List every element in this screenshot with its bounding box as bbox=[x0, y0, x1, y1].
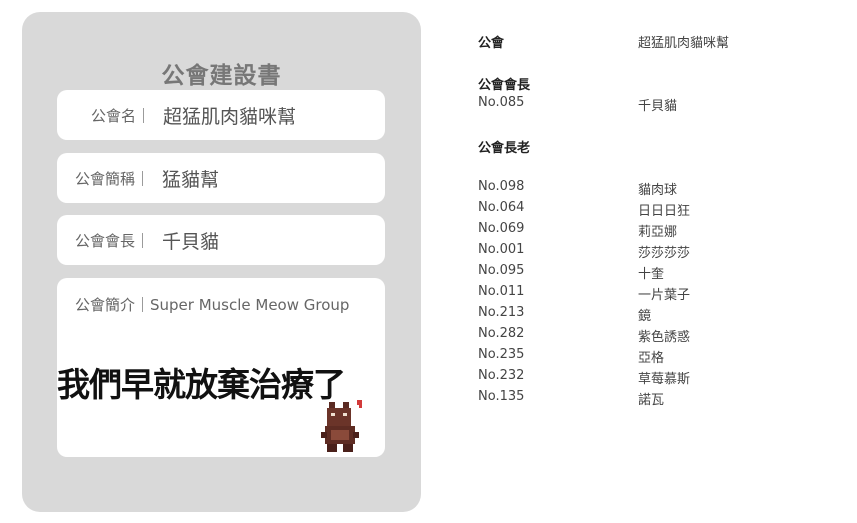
elder-no: No.235 bbox=[478, 347, 525, 362]
elders-heading: 公會長老 bbox=[478, 141, 531, 156]
elder-no: No.098 bbox=[478, 179, 525, 194]
leader-no: No.085 bbox=[478, 95, 525, 110]
guild-charter-panel: 公會建設書 公會名｜ 超猛肌肉貓咪幫 公會簡稱｜ 猛貓幫 公會會長｜ 千貝貓 公… bbox=[22, 12, 421, 512]
pixel-cat-icon bbox=[321, 400, 362, 452]
elder-row: No.282 紫色誘惑 bbox=[478, 326, 848, 345]
guild-name-card: 公會名｜ 超猛肌肉貓咪幫 bbox=[57, 90, 385, 140]
leader-row: No.085 千貝貓 bbox=[478, 95, 848, 114]
elder-name: 貓肉球 bbox=[638, 183, 678, 198]
elder-row: No.135 諾瓦 bbox=[478, 389, 848, 408]
elder-name: 日日日狂 bbox=[638, 204, 691, 219]
guild-name-value: 超猛肌肉貓咪幫 bbox=[163, 105, 297, 128]
elder-no: No.064 bbox=[478, 200, 525, 215]
elder-row: No.232 草莓慕斯 bbox=[478, 368, 848, 387]
panel-title: 公會建設書 bbox=[161, 63, 282, 89]
elder-name: 草莓慕斯 bbox=[638, 372, 691, 387]
elder-name: 一片葉子 bbox=[638, 288, 691, 303]
elder-name: 十奎 bbox=[638, 267, 665, 282]
elder-row: No.069 莉亞娜 bbox=[478, 221, 848, 240]
elder-row: No.095 十奎 bbox=[478, 263, 848, 282]
guild-value: 超猛肌肉貓咪幫 bbox=[638, 36, 730, 51]
guild-leader-card: 公會會長｜ 千貝貓 bbox=[57, 215, 385, 265]
elder-name: 鏡 bbox=[638, 309, 652, 324]
guild-abbr-label: 公會簡稱｜ bbox=[75, 169, 151, 188]
elder-row: No.011 一片葉子 bbox=[478, 284, 848, 303]
leader-name: 千貝貓 bbox=[638, 99, 678, 114]
elder-row: No.001 莎莎莎莎 bbox=[478, 242, 848, 261]
elder-no: No.282 bbox=[478, 326, 525, 341]
guild-abbr-card: 公會簡稱｜ 猛貓幫 bbox=[57, 153, 385, 203]
guild-leader-label: 公會會長｜ bbox=[75, 231, 151, 250]
elder-row: No.098 貓肉球 bbox=[478, 179, 848, 198]
elder-name: 莉亞娜 bbox=[638, 225, 678, 240]
elder-no: No.095 bbox=[478, 263, 525, 278]
elder-no: No.232 bbox=[478, 368, 525, 383]
guild-abbr-value: 猛貓幫 bbox=[162, 168, 220, 191]
elder-row: No.064 日日日狂 bbox=[478, 200, 848, 219]
guild-leader-value: 千貝貓 bbox=[162, 230, 220, 253]
elder-no: No.001 bbox=[478, 242, 525, 257]
elder-row: No.213 鏡 bbox=[478, 305, 848, 324]
elder-no: No.135 bbox=[478, 389, 525, 404]
elder-name: 亞格 bbox=[638, 351, 665, 366]
elder-name: 紫色誘惑 bbox=[638, 330, 691, 345]
elder-no: No.213 bbox=[478, 305, 525, 320]
elder-no: No.069 bbox=[478, 221, 525, 236]
guild-slogan: 我們早就放棄治療了 bbox=[57, 365, 346, 404]
guild-intro-card: 公會簡介｜Super Muscle Meow Group 我們早就放棄治療了 bbox=[57, 278, 385, 457]
elder-name: 諾瓦 bbox=[638, 393, 665, 408]
guild-intro-label: 公會簡介｜Super Muscle Meow Group bbox=[75, 296, 350, 314]
leader-heading: 公會會長 bbox=[478, 78, 531, 93]
guild-name-label: 公會名｜ bbox=[91, 106, 152, 125]
elder-no: No.011 bbox=[478, 284, 525, 299]
guild-row: 超猛肌肉貓咪幫 bbox=[478, 32, 848, 51]
elder-name: 莎莎莎莎 bbox=[638, 246, 691, 261]
elder-row: No.235 亞格 bbox=[478, 347, 848, 366]
